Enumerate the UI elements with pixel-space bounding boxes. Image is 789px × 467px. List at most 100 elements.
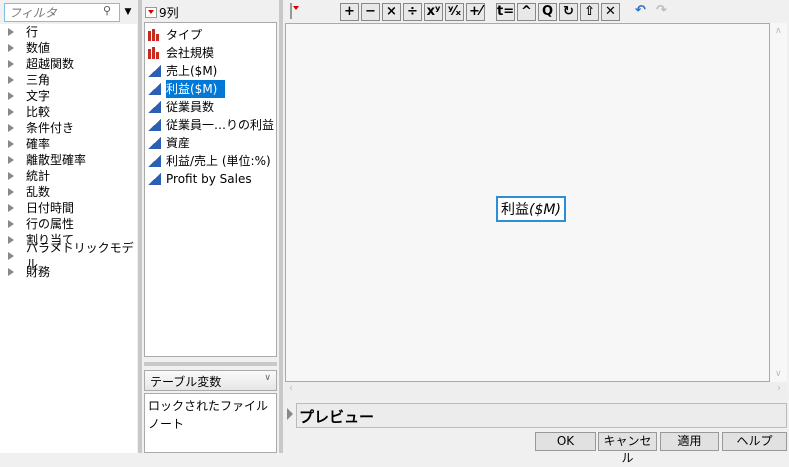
function-category[interactable]: パラメトリックモデル <box>0 241 137 271</box>
expand-triangle-icon <box>8 124 14 132</box>
splitter[interactable] <box>144 362 277 366</box>
column-name: 従業員数 <box>166 100 215 114</box>
assign-button[interactable]: t= <box>496 3 515 21</box>
loop-button[interactable]: Q <box>538 3 557 21</box>
continuous-triangle-icon <box>148 155 161 167</box>
function-category[interactable]: 離散型確率 <box>0 152 137 168</box>
search-icon[interactable]: ⚲ <box>103 4 111 17</box>
function-category-label: 条件付き <box>26 121 75 135</box>
expand-triangle-icon <box>8 28 14 36</box>
column-name: タイプ <box>166 28 203 42</box>
column-item[interactable]: 売上($M) <box>145 62 276 80</box>
expand-triangle-icon <box>8 204 14 212</box>
column-item[interactable]: タイプ <box>145 26 276 44</box>
splitter[interactable] <box>138 0 142 453</box>
column-name: 利益($M) <box>166 80 226 98</box>
expand-triangle-icon <box>8 156 14 164</box>
table-variables-select[interactable]: テーブル変数 ∨ <box>144 370 277 391</box>
cycle-button[interactable]: ↻ <box>559 3 578 21</box>
continuous-triangle-icon <box>148 119 161 131</box>
function-list: 行数値 超越関数 三角 文字 比較 条件付き 確率 離散型確率 統計 乱数 日付時間 行の属性 割り当て… <box>0 24 137 453</box>
apply-button[interactable]: 適用 <box>660 432 719 451</box>
function-category[interactable]: 統計 <box>0 168 137 184</box>
power-button[interactable]: xʸ <box>424 3 443 21</box>
continuous-triangle-icon <box>148 101 161 113</box>
function-category-label: 統計 <box>26 169 51 183</box>
nominal-bar-icon <box>148 47 161 59</box>
column-item[interactable]: 会社規模 <box>145 44 276 62</box>
function-category[interactable]: 超越関数 <box>0 56 137 72</box>
function-category[interactable]: 比較 <box>0 104 137 120</box>
continuous-triangle-icon <box>148 65 161 77</box>
root-button[interactable]: ʸ⁄ₓ <box>445 3 464 21</box>
column-item[interactable]: 利益/売上 (単位:%) <box>145 152 276 170</box>
expand-triangle-icon <box>8 108 14 116</box>
help-button[interactable]: ヘルプ <box>722 432 787 451</box>
function-category-label: 日付時間 <box>26 201 75 215</box>
function-category[interactable]: 確率 <box>0 136 137 152</box>
red-triangle-menu-icon[interactable] <box>290 3 292 19</box>
expand-triangle-icon <box>8 140 14 148</box>
expand-triangle-icon <box>8 236 14 244</box>
function-category-label: 財務 <box>26 265 51 279</box>
redo-button[interactable]: ↷ <box>652 3 671 21</box>
cancel-button[interactable]: キャンセル <box>598 432 657 465</box>
filter-dropdown-button[interactable]: ▼ <box>121 3 135 22</box>
function-category-label: 行 <box>26 25 39 39</box>
list-item[interactable]: ロックされたファイル <box>148 397 273 415</box>
expand-triangle-icon <box>8 76 14 84</box>
function-category[interactable]: 数値 <box>0 40 137 56</box>
function-category-label: 文字 <box>26 89 51 103</box>
add-button[interactable]: + <box>340 3 359 21</box>
column-list: タイプ会社規模売上($M) 利益($M) 従業員数従業員一…りの利益 資産利益/売上 … <box>144 22 277 357</box>
clear-button[interactable]: ✕ <box>601 3 620 21</box>
red-triangle-menu-icon[interactable] <box>145 7 157 18</box>
formula-column: 利益 <box>501 202 529 218</box>
expand-triangle-icon <box>8 44 14 52</box>
subtract-button[interactable]: − <box>361 3 380 21</box>
list-item[interactable]: ノート <box>148 415 273 433</box>
column-item[interactable]: 利益($M) <box>145 80 276 98</box>
caret-button[interactable]: ^ <box>517 3 536 21</box>
column-item[interactable]: 資産 <box>145 134 276 152</box>
divide-button[interactable]: ÷ <box>403 3 422 21</box>
splitter[interactable] <box>279 0 283 453</box>
formula-element[interactable]: 利益($M) <box>496 196 566 222</box>
function-category[interactable]: 行の属性 <box>0 216 137 232</box>
preview-section[interactable]: プレビュー <box>296 403 787 428</box>
expand-triangle-icon <box>8 92 14 100</box>
negate-button[interactable]: +⁄− <box>466 3 485 35</box>
function-category[interactable]: 三角 <box>0 72 137 88</box>
function-category[interactable]: 文字 <box>0 88 137 104</box>
ok-button[interactable]: OK <box>535 432 596 451</box>
column-name: 利益/売上 (単位:%) <box>166 154 271 168</box>
vertical-scrollbar[interactable]: ∨ ∧ <box>770 23 787 382</box>
function-category[interactable]: 条件付き <box>0 120 137 136</box>
expand-triangle-icon <box>8 172 14 180</box>
push-button[interactable]: ⇧ <box>580 3 599 21</box>
continuous-triangle-icon <box>148 137 161 149</box>
multiply-button[interactable]: × <box>382 3 401 21</box>
column-count: 9列 <box>159 6 179 20</box>
function-category-label: 比較 <box>26 105 51 119</box>
column-name: Profit by Sales <box>166 172 252 186</box>
column-item[interactable]: 従業員一…りの利益 <box>145 116 276 134</box>
function-category-label: 三角 <box>26 73 51 87</box>
function-category-label: 確率 <box>26 137 51 151</box>
function-category-label: 超越関数 <box>26 57 75 71</box>
function-category[interactable]: 乱数 <box>0 184 137 200</box>
select-value: テーブル変数 <box>150 375 222 389</box>
columns-header: 9列 <box>145 4 179 21</box>
horizontal-scrollbar[interactable]: ‹ › <box>285 382 787 399</box>
disclosure-triangle-icon[interactable] <box>287 408 293 420</box>
table-variables-list: ロックされたファイル ノート <box>144 393 277 453</box>
expand-triangle-icon <box>8 252 14 260</box>
column-name: 売上($M) <box>166 64 218 78</box>
function-category-label: 行の属性 <box>26 217 75 231</box>
undo-button[interactable]: ↶ <box>631 3 650 21</box>
column-item[interactable]: Profit by Sales <box>145 170 276 188</box>
column-item[interactable]: 従業員数 <box>145 98 276 116</box>
continuous-triangle-icon <box>148 173 161 185</box>
function-category[interactable]: 日付時間 <box>0 200 137 216</box>
function-category[interactable]: 行 <box>0 24 137 40</box>
